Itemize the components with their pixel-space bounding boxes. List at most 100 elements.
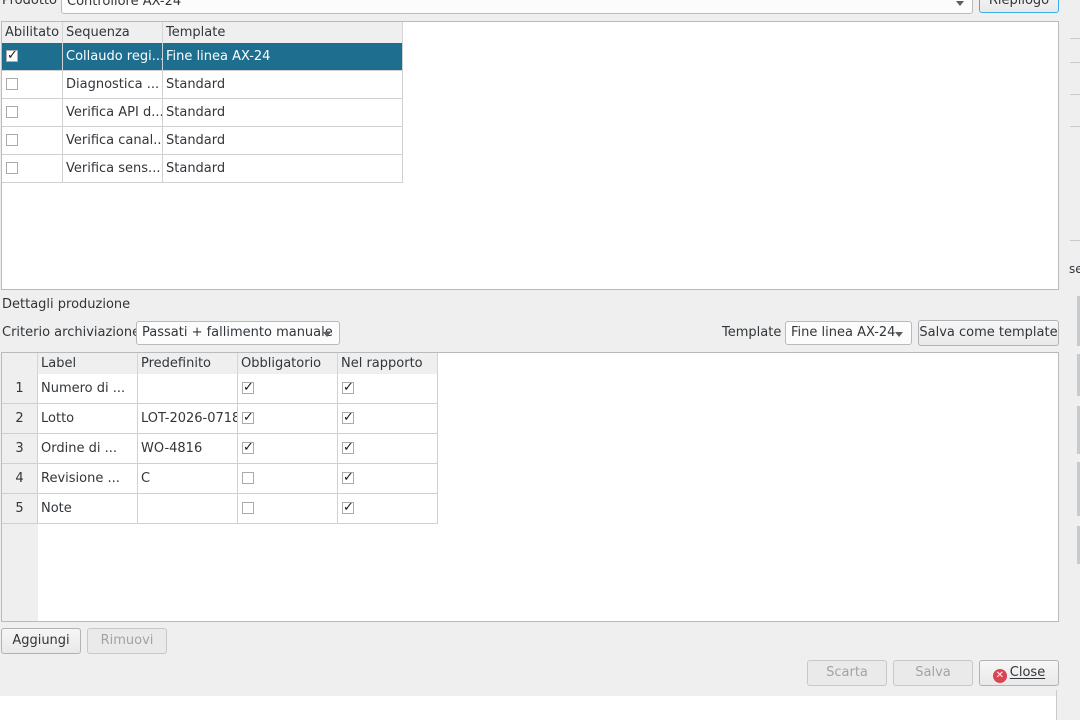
sequence-template-cell[interactable]: Fine linea AX-24: [163, 43, 403, 71]
sequence-name-cell[interactable]: Verifica sens...: [63, 155, 163, 183]
save-button[interactable]: Salva: [893, 660, 973, 686]
field-in-report-cell[interactable]: ✓: [338, 464, 438, 494]
side-divider: [1070, 126, 1080, 127]
summary-button[interactable]: Riepilogo: [979, 0, 1059, 13]
required-checkbox[interactable]: ✓: [242, 380, 254, 395]
check-icon: ✓: [243, 440, 254, 455]
archive-criterion-value: Passati + fallimento manuale: [142, 325, 333, 340]
in-report-checkbox[interactable]: ✓: [342, 440, 354, 455]
section-title: Dettagli produzione: [2, 297, 131, 312]
fields-table[interactable]: Label Predefinito Obbligatorio Nel rappo…: [1, 352, 1059, 622]
sequence-template-cell[interactable]: Standard: [163, 127, 403, 155]
sequence-name-cell[interactable]: Diagnostica ...: [63, 71, 163, 99]
column-header-required[interactable]: Obbligatorio: [238, 353, 338, 374]
check-icon: ✓: [343, 470, 354, 485]
column-header-default[interactable]: Predefinito: [138, 353, 238, 374]
row-number[interactable]: 3: [2, 434, 38, 464]
check-icon: ✓: [343, 410, 354, 425]
chevron-down-icon: [895, 332, 903, 337]
chevron-down-icon: [956, 1, 964, 6]
required-checkbox[interactable]: ✓: [242, 440, 254, 455]
sequence-enabled-cell[interactable]: [2, 99, 63, 127]
remove-button[interactable]: Rimuovi: [87, 628, 167, 654]
bottom-strip: [0, 696, 1056, 720]
side-partial-text: se: [1069, 262, 1080, 276]
close-button[interactable]: ✕ Close: [979, 660, 1059, 686]
field-label-cell[interactable]: Ordine di ...: [38, 434, 138, 464]
column-header-in-report[interactable]: Nel rapporto: [338, 353, 438, 374]
add-button[interactable]: Aggiungi: [1, 628, 81, 654]
side-vertical-line: [1056, 690, 1057, 720]
field-default-cell[interactable]: [138, 494, 238, 524]
required-checkbox[interactable]: ✓: [242, 410, 254, 425]
chevron-down-icon: [323, 332, 331, 337]
enabled-checkbox[interactable]: [6, 134, 18, 146]
check-icon: ✓: [7, 48, 18, 63]
row-number[interactable]: 2: [2, 404, 38, 434]
row-number[interactable]: 5: [2, 494, 38, 524]
field-default-cell[interactable]: C: [138, 464, 238, 494]
column-header-label[interactable]: Label: [38, 353, 138, 374]
column-header-template[interactable]: Template: [163, 22, 403, 43]
field-in-report-cell[interactable]: ✓: [338, 404, 438, 434]
side-divider: [1070, 240, 1080, 241]
field-in-report-cell[interactable]: ✓: [338, 374, 438, 404]
field-required-cell[interactable]: ✓: [238, 374, 338, 404]
sequence-name-cell[interactable]: Verifica canal...: [63, 127, 163, 155]
archive-criterion-label: Criterio archiviazione: [2, 325, 141, 340]
sequence-template-cell[interactable]: Standard: [163, 71, 403, 99]
product-combo[interactable]: Controllore AX-24: [61, 0, 973, 14]
template-value: Fine linea AX-24: [791, 325, 896, 340]
field-label-cell[interactable]: Revisione ...: [38, 464, 138, 494]
row-number[interactable]: 4: [2, 464, 38, 494]
side-divider: [1070, 94, 1080, 95]
field-label-cell[interactable]: Note: [38, 494, 138, 524]
field-required-cell[interactable]: [238, 464, 338, 494]
check-icon: ✓: [343, 380, 354, 395]
field-label-cell[interactable]: Lotto: [38, 404, 138, 434]
sequence-enabled-cell[interactable]: ✓: [2, 43, 63, 71]
in-report-checkbox[interactable]: ✓: [342, 500, 354, 515]
sequence-name-cell[interactable]: Collaudo regi...: [63, 43, 163, 71]
field-default-cell[interactable]: [138, 374, 238, 404]
field-label-cell[interactable]: Numero di ...: [38, 374, 138, 404]
sequence-enabled-cell[interactable]: [2, 71, 63, 99]
sequence-name-cell[interactable]: Verifica API d...: [63, 99, 163, 127]
field-default-cell[interactable]: WO-4816: [138, 434, 238, 464]
field-required-cell[interactable]: ✓: [238, 404, 338, 434]
enabled-checkbox[interactable]: [6, 78, 18, 90]
field-default-cell[interactable]: LOT-2026-0718: [138, 404, 238, 434]
product-label: Prodotto: [2, 0, 57, 8]
enabled-checkbox[interactable]: [6, 162, 18, 174]
column-header-sequence[interactable]: Sequenza: [63, 22, 163, 43]
check-icon: ✓: [243, 380, 254, 395]
product-value: Controllore AX-24: [67, 0, 182, 9]
in-report-checkbox[interactable]: ✓: [342, 380, 354, 395]
check-icon: ✓: [243, 410, 254, 425]
sequence-template-cell[interactable]: Standard: [163, 99, 403, 127]
sequence-enabled-cell[interactable]: [2, 155, 63, 183]
required-checkbox[interactable]: [242, 502, 254, 514]
sequence-template-cell[interactable]: Standard: [163, 155, 403, 183]
in-report-checkbox[interactable]: ✓: [342, 410, 354, 425]
discard-button[interactable]: Scarta: [807, 660, 887, 686]
check-icon: ✓: [343, 440, 354, 455]
field-required-cell[interactable]: [238, 494, 338, 524]
sequence-enabled-cell[interactable]: [2, 127, 63, 155]
save-as-template-button[interactable]: Salva come template: [918, 320, 1059, 346]
field-in-report-cell[interactable]: ✓: [338, 494, 438, 524]
field-required-cell[interactable]: ✓: [238, 434, 338, 464]
row-number[interactable]: 1: [2, 374, 38, 404]
required-checkbox[interactable]: [242, 472, 254, 484]
template-combo[interactable]: Fine linea AX-24: [785, 321, 912, 345]
enabled-checkbox[interactable]: ✓: [6, 48, 18, 63]
column-header-enabled[interactable]: Abilitato: [2, 22, 63, 43]
side-divider: [1070, 38, 1080, 39]
enabled-checkbox[interactable]: [6, 106, 18, 118]
sequences-table[interactable]: Abilitato Sequenza Template ✓ Collaudo re…: [1, 21, 1059, 290]
archive-criterion-combo[interactable]: Passati + fallimento manuale: [136, 321, 340, 345]
in-report-checkbox[interactable]: ✓: [342, 470, 354, 485]
template-label: Template: [722, 325, 782, 340]
check-icon: ✓: [343, 500, 354, 515]
field-in-report-cell[interactable]: ✓: [338, 434, 438, 464]
